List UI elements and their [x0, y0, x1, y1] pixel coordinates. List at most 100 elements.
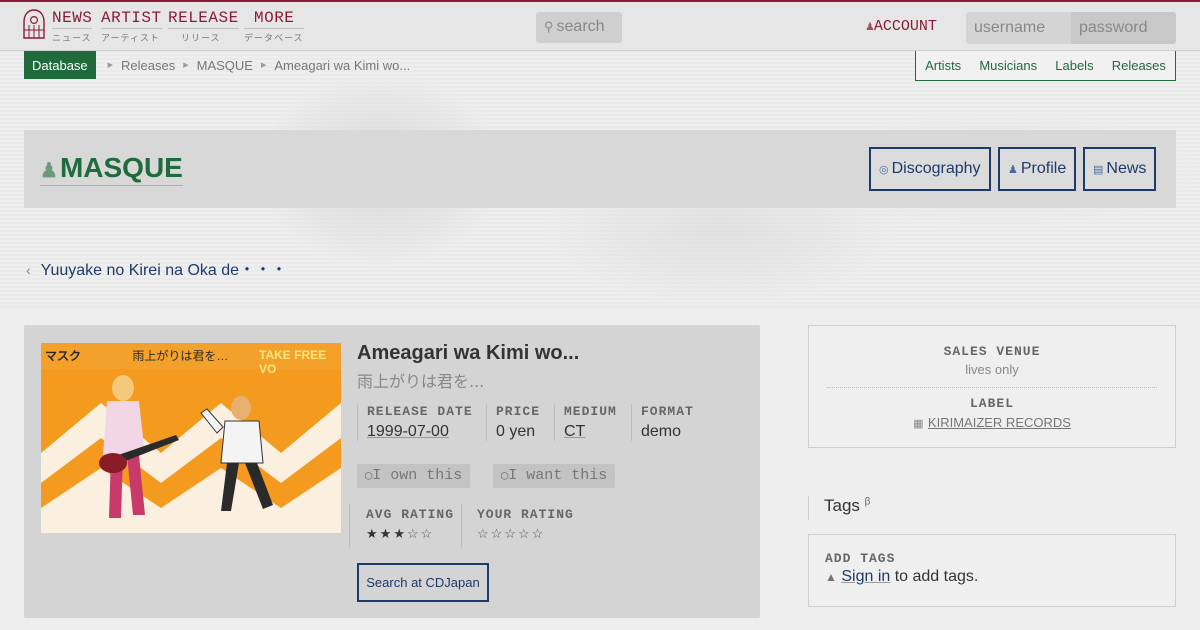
profile-button[interactable]: ♟ Profile: [998, 147, 1077, 191]
db-link-labels[interactable]: Labels: [1055, 58, 1093, 73]
add-tags-label: ADD TAGS: [825, 551, 896, 566]
label-link[interactable]: KIRIMAIZER RECORDS: [928, 415, 1071, 430]
nav-artist-sublabel: アーティスト: [101, 34, 160, 44]
star-empty-icon[interactable]: ☆: [491, 526, 505, 541]
account-label: ACCOUNT: [873, 18, 937, 35]
star-empty-icon[interactable]: ☆: [504, 526, 518, 541]
your-rating-stars[interactable]: ☆☆☆☆☆: [477, 526, 574, 542]
star-empty-icon[interactable]: ☆: [477, 526, 491, 541]
breadcrumb-artist[interactable]: MASQUE: [197, 58, 253, 73]
tags-heading: Tags β: [808, 496, 870, 520]
format-label: FORMAT: [641, 404, 694, 419]
profile-label: Profile: [1020, 160, 1067, 177]
discography-label: Discography: [891, 160, 981, 177]
password-field[interactable]: [1071, 12, 1176, 44]
cover-image[interactable]: マスク 雨上がりは君を… TAKE FREE VO: [41, 343, 341, 533]
star-empty-icon[interactable]: ☆: [532, 526, 546, 541]
person-icon: ♟: [1008, 163, 1018, 176]
beta-badge: β: [864, 496, 871, 508]
previous-release-title: Yuuyake no Kirei na Oka de・・・: [40, 262, 288, 279]
price-label: PRICE: [496, 404, 541, 419]
artist-header: ♟MASQUE ◎ Discography ♟ Profile ▤ News: [24, 130, 1176, 208]
database-links: Artists Musicians Labels Releases: [915, 51, 1176, 81]
disc-icon: ◎: [879, 163, 889, 176]
breadcrumb-current: Ameagari wa Kimi wo...: [274, 57, 411, 73]
username-field[interactable]: [966, 12, 1072, 44]
your-rating: YOUR RATING ☆☆☆☆☆: [468, 507, 583, 542]
breadcrumb-separator-icon: ▶: [183, 62, 189, 69]
breadcrumb: Database ▶ Releases ▶ MASQUE ▶ Ameagari …: [24, 51, 418, 79]
release-date-label: RELEASE DATE: [367, 404, 473, 419]
own-toggle[interactable]: ◯I own this: [357, 464, 471, 488]
artist-icon: ♟: [40, 160, 58, 182]
release-date-value[interactable]: 1999-07-00: [367, 423, 473, 441]
want-toggle[interactable]: ◯I want this: [493, 464, 616, 488]
cover-artwork: [41, 375, 341, 533]
db-link-artists[interactable]: Artists: [925, 58, 961, 73]
want-label: I want this: [508, 467, 608, 484]
artist-name: MASQUE: [59, 152, 183, 183]
sales-venue-value: lives only: [965, 362, 1019, 377]
db-link-releases[interactable]: Releases: [1112, 58, 1166, 73]
meta-price: PRICE 0 yen: [486, 404, 549, 441]
previous-release-link[interactable]: ‹ Yuuyake no Kirei na Oka de・・・: [26, 256, 287, 280]
star-empty-icon: ☆: [420, 526, 435, 541]
nav-news-sublabel: ニュース: [52, 34, 92, 44]
nav-release-label: RELEASE: [168, 9, 239, 29]
artist-name-link[interactable]: ♟MASQUE: [40, 152, 183, 186]
price-value: 0 yen: [496, 423, 536, 440]
medium-label: MEDIUM: [564, 404, 617, 419]
nav-news[interactable]: NEWS ニュース: [52, 9, 93, 44]
discography-button[interactable]: ◎ Discography: [869, 147, 991, 191]
meta-medium: MEDIUM CT: [554, 404, 626, 441]
avg-rating: AVG RATING ★★★☆☆: [357, 507, 463, 542]
meta-release-date: RELEASE DATE 1999-07-00: [357, 404, 482, 441]
divider: [461, 504, 462, 548]
chevron-left-icon: ‹: [26, 262, 31, 278]
star-empty-icon: ☆: [406, 526, 421, 541]
breadcrumb-separator-icon: ▶: [107, 62, 114, 69]
user-add-icon: ♟: [866, 19, 874, 34]
nav-more-label: MORE: [244, 9, 304, 29]
nav-more[interactable]: MORE データベース: [244, 9, 304, 44]
nav-artist[interactable]: ARTIST アーティスト: [101, 9, 162, 44]
release-title-jp: 雨上がりは君を...: [357, 372, 485, 391]
nav-artist-label: ARTIST: [101, 9, 162, 29]
breadcrumb-separator-icon: ▶: [260, 62, 267, 69]
divider: [827, 387, 1157, 388]
nav-release[interactable]: RELEASE リリース: [168, 9, 239, 44]
star-filled-icon: ★: [393, 526, 407, 541]
release-title: Ameagari wa Kimi wo...: [357, 342, 580, 364]
top-navbar: NEWS ニュース ARTIST アーティスト RELEASE リリース MOR…: [0, 0, 1200, 51]
warning-icon: ▲: [825, 570, 837, 584]
add-tags-box: ADD TAGS ▲ Sign in to add tags.: [808, 534, 1176, 607]
star-empty-icon[interactable]: ☆: [518, 526, 532, 541]
account-link[interactable]: ♟ACCOUNT: [866, 18, 937, 35]
your-rating-label: YOUR RATING: [477, 507, 574, 522]
nav-news-label: NEWS: [52, 9, 93, 29]
star-filled-icon: ★: [379, 526, 394, 541]
breadcrumb-database[interactable]: Database: [24, 51, 96, 79]
medium-value[interactable]: CT: [564, 423, 617, 441]
search-icon: ⚲: [544, 19, 554, 34]
news-label: News: [1106, 160, 1147, 177]
meta-format: FORMAT demo: [631, 404, 703, 441]
sign-in-suffix: to add tags.: [894, 568, 979, 585]
news-button[interactable]: ▤ News: [1083, 147, 1157, 191]
nav-release-sublabel: リリース: [181, 34, 221, 44]
format-value: demo: [641, 423, 682, 440]
avg-rating-stars: ★★★☆☆: [366, 526, 454, 542]
release-details-box: SALES VENUE lives only LABEL ▦ KIRIMAIZE…: [808, 325, 1176, 448]
newspaper-icon: ▤: [1093, 163, 1104, 176]
search-placeholder: search: [556, 18, 605, 35]
own-label: I own this: [372, 467, 463, 484]
building-icon: ▦: [913, 418, 924, 430]
breadcrumb-releases[interactable]: Releases: [121, 58, 175, 73]
db-link-musicians[interactable]: Musicians: [979, 58, 1037, 73]
cage-logo-icon[interactable]: [22, 8, 46, 42]
search-input[interactable]: ⚲ search: [536, 12, 622, 43]
label-label: LABEL: [969, 396, 1014, 411]
avg-rating-label: AVG RATING: [366, 507, 455, 522]
sign-in-link[interactable]: Sign in: [841, 568, 890, 585]
cdjapan-button[interactable]: Search at CDJapan: [357, 563, 489, 602]
